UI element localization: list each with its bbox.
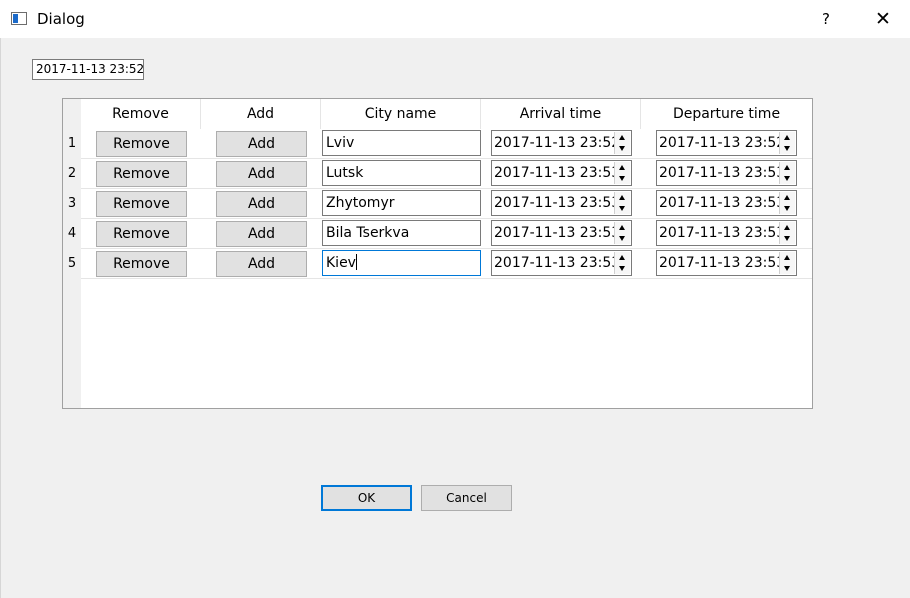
window-title: Dialog	[37, 10, 85, 28]
city-name-input[interactable]: Lviv	[322, 130, 481, 156]
city-name-text: Kiev	[326, 255, 356, 271]
header-add[interactable]: Add	[201, 99, 321, 129]
header-arrival-time[interactable]: Arrival time	[481, 99, 641, 129]
row-number: 2	[67, 166, 77, 181]
window-app-icon	[11, 12, 27, 25]
city-name-input-focused[interactable]: Kiev	[322, 250, 481, 276]
add-row-button[interactable]: Add	[216, 131, 307, 157]
spin-down-arrow-icon[interactable]	[615, 233, 630, 244]
departure-time-spinbox[interactable]: 2017-11-13 23:53	[656, 220, 797, 246]
spin-up-arrow-icon[interactable]	[615, 252, 630, 263]
spin-buttons	[614, 252, 630, 274]
departure-time-value: 2017-11-13 23:53	[659, 255, 786, 271]
departure-time-value: 2017-11-13 23:53	[659, 195, 786, 211]
arrival-time-value: 2017-11-13 23:52	[494, 135, 621, 151]
spin-down-arrow-icon[interactable]	[780, 203, 795, 214]
spin-buttons	[779, 192, 795, 214]
text-caret	[355, 254, 357, 270]
spin-up-arrow-icon[interactable]	[780, 222, 795, 233]
add-row-button[interactable]: Add	[216, 161, 307, 187]
spin-down-arrow-icon[interactable]	[780, 143, 795, 154]
row-number: 5	[67, 256, 77, 271]
row-divider	[81, 158, 812, 159]
cities-table[interactable]: Remove Add City name Arrival time Depart…	[62, 98, 813, 409]
spin-down-arrow-icon[interactable]	[780, 173, 795, 184]
spin-down-arrow-icon[interactable]	[615, 203, 630, 214]
close-button[interactable]: ✕	[864, 0, 902, 38]
arrival-time-spinbox[interactable]: 2017-11-13 23:53	[491, 190, 632, 216]
window-left-edge	[0, 0, 1, 598]
ok-button[interactable]: OK	[321, 485, 412, 511]
spin-buttons	[779, 162, 795, 184]
spin-up-arrow-icon[interactable]	[615, 222, 630, 233]
cancel-button[interactable]: Cancel	[421, 485, 512, 511]
spin-buttons	[614, 132, 630, 154]
spin-down-arrow-icon[interactable]	[780, 263, 795, 274]
arrival-time-value: 2017-11-13 23:53	[494, 225, 621, 241]
remove-row-button[interactable]: Remove	[96, 221, 187, 247]
departure-time-value: 2017-11-13 23:52	[659, 135, 786, 151]
spin-up-arrow-icon[interactable]	[780, 132, 795, 143]
row-number: 3	[67, 196, 77, 211]
departure-time-spinbox[interactable]: 2017-11-13 23:52	[656, 130, 797, 156]
city-name-input[interactable]: Lutsk	[322, 160, 481, 186]
arrival-time-spinbox[interactable]: 2017-11-13 23:53	[491, 220, 632, 246]
header-departure-time[interactable]: Departure time	[641, 99, 812, 129]
arrival-time-spinbox[interactable]: 2017-11-13 23:53	[491, 250, 632, 276]
spin-up-arrow-icon[interactable]	[615, 132, 630, 143]
spin-down-arrow-icon[interactable]	[615, 263, 630, 274]
arrival-time-spinbox[interactable]: 2017-11-13 23:53	[491, 160, 632, 186]
spin-buttons	[779, 132, 795, 154]
remove-row-button[interactable]: Remove	[96, 251, 187, 277]
add-row-button[interactable]: Add	[216, 221, 307, 247]
header-remove[interactable]: Remove	[81, 99, 201, 129]
spin-buttons	[779, 252, 795, 274]
city-name-input[interactable]: Bila Tserkva	[322, 220, 481, 246]
spin-buttons	[614, 162, 630, 184]
remove-row-button[interactable]: Remove	[96, 131, 187, 157]
arrival-time-value: 2017-11-13 23:53	[494, 255, 621, 271]
header-city-name[interactable]: City name	[321, 99, 481, 129]
spin-up-arrow-icon[interactable]	[780, 192, 795, 203]
spin-up-arrow-icon[interactable]	[615, 192, 630, 203]
departure-time-spinbox[interactable]: 2017-11-13 23:53	[656, 190, 797, 216]
arrival-time-value: 2017-11-13 23:53	[494, 195, 621, 211]
spin-up-arrow-icon[interactable]	[615, 162, 630, 173]
help-button[interactable]: ?	[808, 0, 844, 38]
spin-buttons	[614, 192, 630, 214]
row-divider	[81, 248, 812, 249]
spin-down-arrow-icon[interactable]	[615, 173, 630, 184]
departure-time-value: 2017-11-13 23:53	[659, 225, 786, 241]
add-row-button[interactable]: Add	[216, 191, 307, 217]
title-bar[interactable]: Dialog ? ✕	[0, 0, 910, 38]
row-divider	[81, 278, 812, 279]
top-datetime-field[interactable]: 2017-11-13 23:52	[32, 59, 144, 80]
add-row-button[interactable]: Add	[216, 251, 307, 277]
spin-buttons	[614, 222, 630, 244]
departure-time-spinbox[interactable]: 2017-11-13 23:53	[656, 250, 797, 276]
remove-row-button[interactable]: Remove	[96, 161, 187, 187]
departure-time-spinbox[interactable]: 2017-11-13 23:53	[656, 160, 797, 186]
row-number: 4	[67, 226, 77, 241]
spin-buttons	[779, 222, 795, 244]
city-name-input[interactable]: Zhytomyr	[322, 190, 481, 216]
row-divider	[81, 188, 812, 189]
arrival-time-value: 2017-11-13 23:53	[494, 165, 621, 181]
spin-up-arrow-icon[interactable]	[780, 162, 795, 173]
row-divider	[81, 218, 812, 219]
arrival-time-spinbox[interactable]: 2017-11-13 23:52	[491, 130, 632, 156]
row-number: 1	[67, 136, 77, 151]
spin-down-arrow-icon[interactable]	[615, 143, 630, 154]
remove-row-button[interactable]: Remove	[96, 191, 187, 217]
departure-time-value: 2017-11-13 23:53	[659, 165, 786, 181]
spin-up-arrow-icon[interactable]	[780, 252, 795, 263]
spin-down-arrow-icon[interactable]	[780, 233, 795, 244]
